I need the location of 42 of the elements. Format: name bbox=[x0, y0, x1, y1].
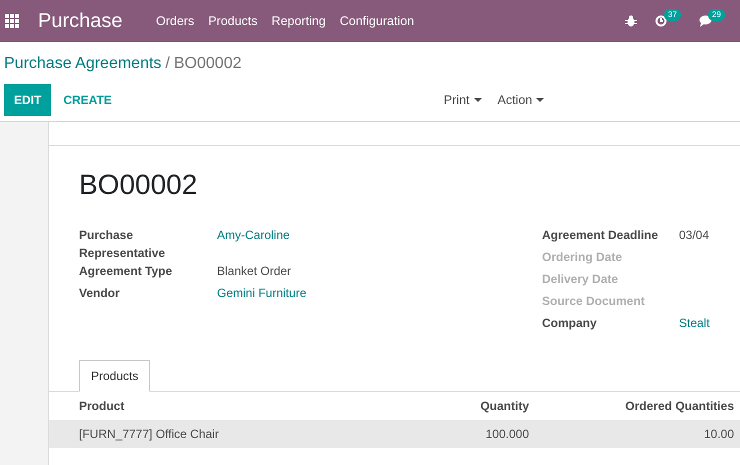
caret-icon bbox=[474, 98, 482, 102]
activity-icon[interactable] bbox=[655, 15, 667, 27]
column-header: Product bbox=[78, 398, 126, 415]
table-cell-text: 100.000 bbox=[484, 426, 529, 443]
column-header: Quantity bbox=[479, 398, 529, 415]
breadcrumb-separator: / bbox=[165, 54, 170, 74]
table-cell-text: [FURN_7777] Office Chair bbox=[78, 426, 220, 443]
field-label: Source Document bbox=[542, 293, 646, 310]
menu-item[interactable]: Reporting bbox=[272, 12, 326, 30]
table-cell-text: 10.00 bbox=[702, 426, 735, 443]
app-title: Purchase bbox=[38, 9, 124, 34]
field-label: Vendor bbox=[79, 285, 121, 302]
field-label: Agreement Deadline bbox=[542, 227, 660, 244]
bug-icon[interactable] bbox=[625, 15, 637, 27]
field-link[interactable]: Stealt bbox=[679, 314, 710, 336]
edit-button[interactable]: EDIT bbox=[4, 84, 52, 116]
field-value: Blanket Order bbox=[217, 263, 292, 280]
field-label: Purchase Representative bbox=[79, 227, 166, 262]
activity-badge: 37 bbox=[664, 9, 681, 21]
field-label: Company bbox=[542, 315, 598, 332]
column-header: Ordered Quantities bbox=[624, 398, 735, 415]
messages-badge: 29 bbox=[708, 9, 725, 21]
field-label: Delivery Date bbox=[542, 271, 620, 288]
table-row[interactable]: [FURN_7777] Office Chair 100.000 10.00 bbox=[49, 420, 740, 448]
menu-item[interactable]: Orders bbox=[156, 12, 194, 30]
dropdown-button[interactable]: Action bbox=[498, 90, 544, 110]
messages-icon[interactable] bbox=[699, 15, 712, 27]
apps-menu-icon[interactable] bbox=[5, 14, 19, 28]
create-button[interactable]: CREATE bbox=[51, 85, 124, 115]
menu-item[interactable]: Configuration bbox=[340, 12, 414, 30]
breadcrumb-current: BO00002 bbox=[174, 54, 242, 74]
record-title: BO00002 bbox=[79, 168, 198, 202]
field-label: Ordering Date bbox=[542, 249, 624, 266]
dropdown-button[interactable]: Print bbox=[444, 90, 482, 110]
tab[interactable]: Products bbox=[79, 360, 150, 392]
caret-icon bbox=[536, 98, 544, 102]
menu-item[interactable]: Products bbox=[208, 12, 258, 30]
field-link[interactable]: Amy-Caroline bbox=[217, 226, 290, 262]
field-value: 03/04 bbox=[679, 227, 710, 244]
field-label: Agreement Type bbox=[79, 263, 174, 280]
field-link[interactable]: Gemini Furniture bbox=[217, 284, 306, 306]
breadcrumb-link[interactable]: Purchase Agreements bbox=[4, 52, 162, 76]
